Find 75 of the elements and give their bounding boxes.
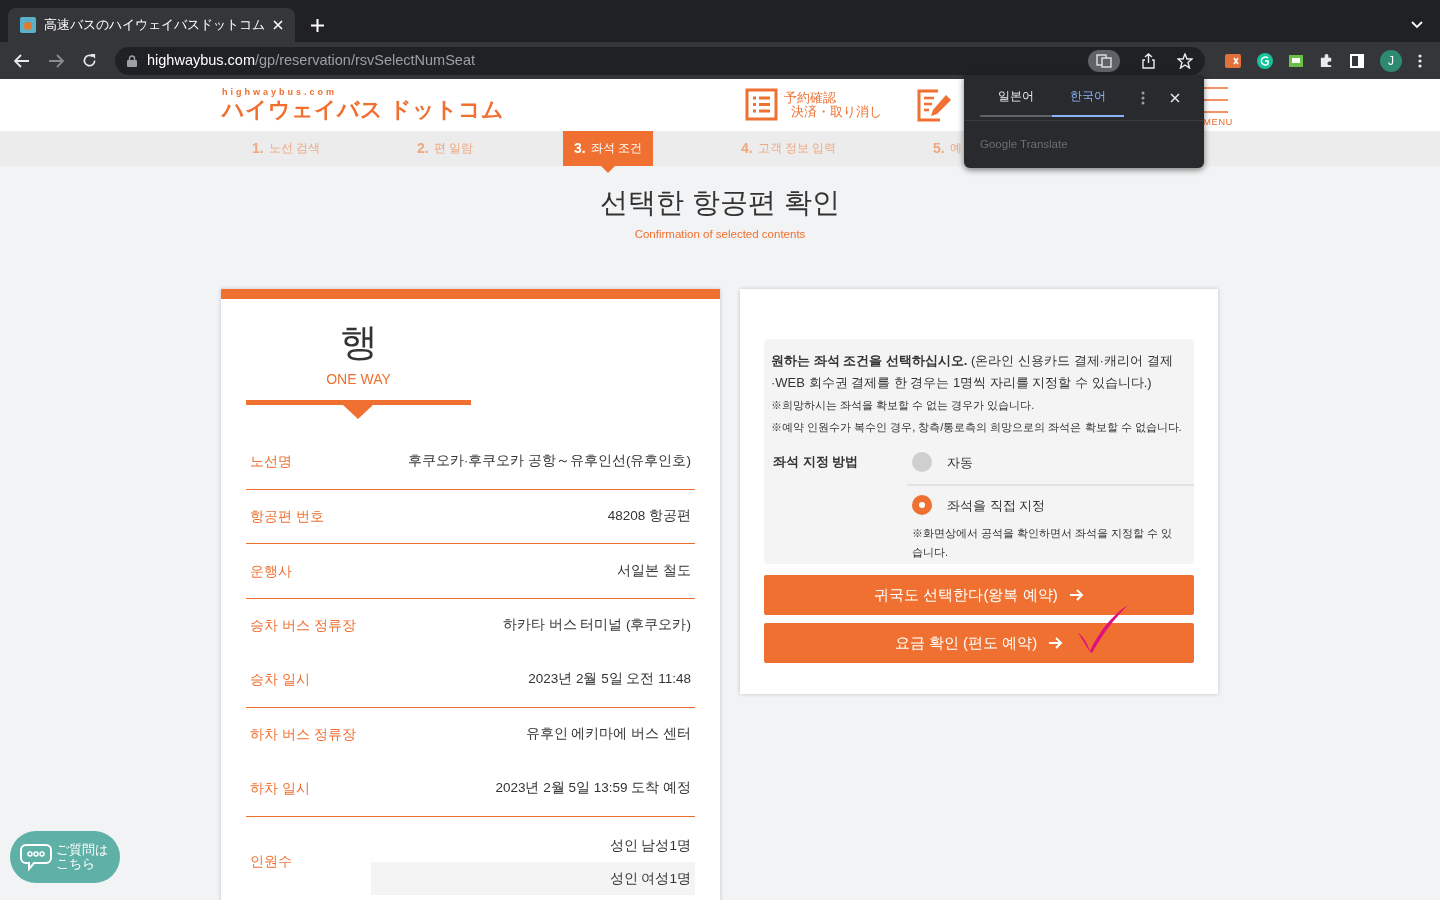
option-note: ※화면상에서 공석을 확인하면서 좌석을 지정할 수 있습니다. <box>911 526 1174 561</box>
speech-bubble-icon <box>20 843 52 871</box>
address-bar[interactable]: highwaybus.com/gp/reservation/rsvSelectNumSeat <box>115 46 1205 75</box>
chat-button[interactable]: ご質問は こちら <box>10 831 120 883</box>
step-label: 1. 노선 검색 <box>252 139 320 158</box>
radio-label[interactable]: 자동 <box>947 452 973 472</box>
extension-icon[interactable] <box>1225 53 1241 68</box>
trip-type-label: ONE WAY <box>326 370 391 390</box>
url-text: highwaybus.com/gp/reservation/rsvSelectNumSeat <box>147 50 475 70</box>
tab-title: 高速バスのハイウェイバスドットコム <box>44 16 265 34</box>
detail-label: 승차 버스 정류장 <box>250 616 356 635</box>
reload-icon[interactable] <box>82 53 97 68</box>
detail-value: 2023년 2월 5일 13:59 도착 예정 <box>495 779 692 798</box>
arrow-right-icon <box>1049 637 1064 650</box>
puzzle-icon[interactable] <box>1319 53 1334 68</box>
detail-value: 성인 여성1명 <box>371 861 695 895</box>
more-icon[interactable] <box>1418 53 1422 68</box>
detail-value: 48208 항공편 <box>607 507 692 526</box>
seat-note: ※예약 인원수가 복수인 경우, 창측/통로측의 희망으로의 좌석은 확보할 수 없습니다. <box>771 420 1183 436</box>
continue-button[interactable]: 요금 확인 (편도 예약) <box>764 623 1194 664</box>
step-label: 2. 편 일람 <box>417 139 473 158</box>
step-label: 5. 예 <box>933 139 962 158</box>
browser-tab[interactable]: 高速バスのハイウェイバスドットコム <box>8 8 295 42</box>
radio-button[interactable] <box>912 452 932 473</box>
continue-button[interactable]: 귀국도 선택한다(왕복 예약) <box>764 575 1194 616</box>
seat-note: ※희망하시는 좌석을 확보할 수 없는 경우가 있습니다. <box>771 398 1036 414</box>
check-mark-drawing <box>1076 603 1130 656</box>
menu-label[interactable]: MENU <box>1203 115 1233 130</box>
detail-label: 인원수 <box>250 852 292 872</box>
language-tab[interactable]: 한국어 <box>1052 78 1124 117</box>
detail-value: 하카타 버스 터미널 (후쿠오카) <box>502 616 692 635</box>
detail-label: 노선명 <box>250 452 292 471</box>
detail-value: 성인 남성1명 <box>608 836 692 855</box>
detail-label: 항공편 번호 <box>250 507 324 526</box>
new-tab-icon[interactable] <box>311 19 324 32</box>
detail-label: 운행사 <box>250 561 292 581</box>
detail-label: 하차 버스 정류장 <box>250 725 356 744</box>
detail-value: 서일본 철도 <box>617 561 692 580</box>
share-icon[interactable] <box>1142 52 1155 69</box>
grammar-extension-icon[interactable] <box>1257 52 1273 69</box>
seat-instructions: 원하는 좌석 조건을 선택하십시오. (온라인 신용카드 결제·캐리어 결제·WEB 회수권 결제를 한 경우는 1명씩 자리를 지정할 수 있습니다.) <box>771 352 1174 393</box>
page-title: 선택한 항공편 확인 <box>600 186 840 220</box>
detail-label: 승차 일시 <box>250 670 310 689</box>
extension-icon[interactable] <box>1289 54 1303 67</box>
forward-icon[interactable] <box>48 53 64 68</box>
site-logo[interactable]: ハイウェイバス ドットコム <box>222 97 505 123</box>
close-icon[interactable] <box>1170 92 1180 103</box>
site-favicon-icon <box>20 17 36 33</box>
page-subtitle: Confirmation of selected contents <box>634 227 806 242</box>
radio-button[interactable] <box>912 495 932 516</box>
language-tab[interactable]: 일본어 <box>980 78 1052 117</box>
method-label: 좌석 지정 방법 <box>772 453 860 472</box>
edit-document-icon[interactable] <box>916 87 952 123</box>
translate-button[interactable] <box>1088 49 1120 72</box>
reservation-link[interactable]: 予約確認 決済・取り消し <box>784 90 882 119</box>
detail-value: 2023년 2월 5일 오전 11:48 <box>528 670 692 689</box>
translate-icon <box>1096 53 1112 68</box>
radio-label[interactable]: 좌석을 직접 지정 <box>947 495 1046 515</box>
more-icon[interactable] <box>1141 90 1145 105</box>
step-label: 4. 고객 정보 입력 <box>741 139 837 158</box>
list-icon[interactable] <box>745 88 778 121</box>
translate-footer: Google Translate <box>964 121 1204 154</box>
detail-value: 유후인 에키마에 버스 센터 <box>525 725 692 744</box>
side-panel-icon[interactable] <box>1350 53 1364 68</box>
detail-label: 하차 일시 <box>250 779 310 798</box>
trip-type: 행 <box>339 320 378 366</box>
arrow-right-icon <box>1069 589 1084 602</box>
tab-pointer <box>600 166 615 173</box>
back-icon[interactable] <box>14 53 30 68</box>
logo-tagline: highwaybus.com <box>222 87 338 97</box>
detail-value: 후쿠오카·후쿠오카 공항～유후인선(유후인호) <box>407 452 692 471</box>
chevron-down-icon[interactable] <box>1411 21 1423 29</box>
star-icon[interactable] <box>1177 52 1193 69</box>
lock-icon <box>127 54 137 67</box>
profile-avatar[interactable]: J <box>1380 49 1402 72</box>
